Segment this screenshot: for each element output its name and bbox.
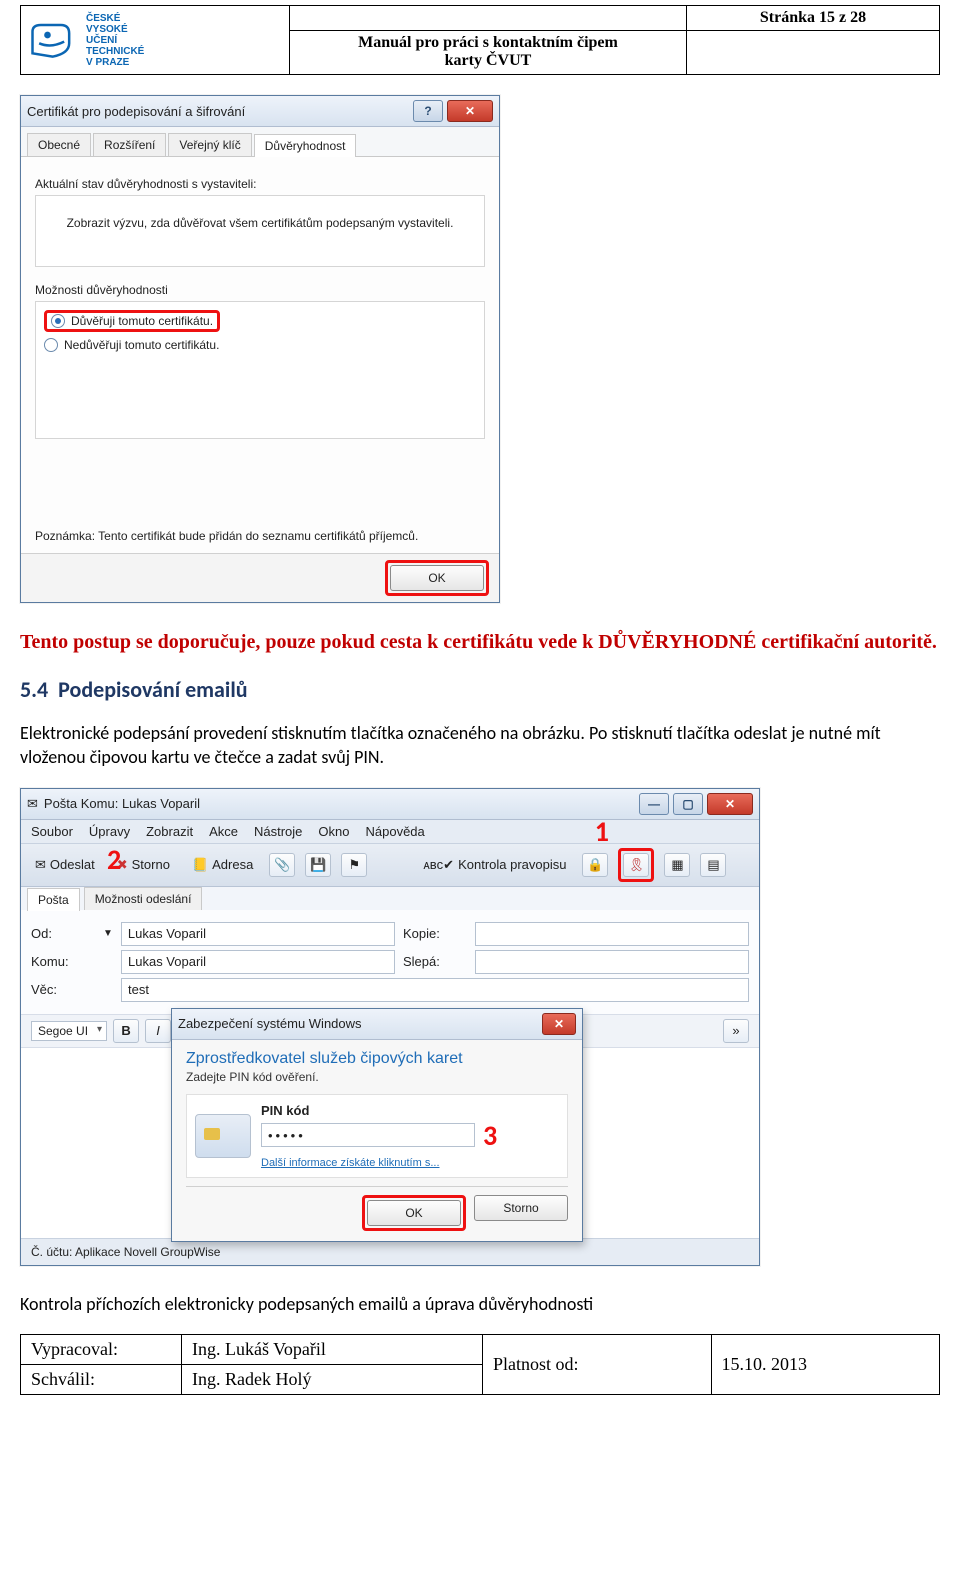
subtab-send-options[interactable]: Možnosti odeslání xyxy=(84,887,203,910)
tab-general[interactable]: Obecné xyxy=(27,133,91,156)
close-icon[interactable]: ✕ xyxy=(447,100,493,122)
annotation-2: 2 xyxy=(107,842,121,877)
highlight-sign-button: 🎗 xyxy=(618,848,654,882)
tab-trust[interactable]: Důvěryhodnost xyxy=(254,134,357,157)
close-icon[interactable]: ✕ xyxy=(707,793,753,815)
lock-icon[interactable]: 🔒 xyxy=(582,853,608,877)
cvut-lion-icon xyxy=(25,20,80,60)
menu-bar: Soubor Úpravy Zobrazit Akce Nástroje Okn… xyxy=(21,820,759,844)
pin-label: PIN kód xyxy=(261,1103,559,1118)
to-field[interactable]: Lukas Voparil xyxy=(121,950,395,974)
radio-trust-label: Důvěřuji tomuto certifikátu. xyxy=(71,314,213,328)
flag-icon[interactable]: ⚑ xyxy=(341,853,367,877)
footer-valid-value: 15.10. 2013 xyxy=(711,1334,939,1394)
send-icon: ✉ xyxy=(35,857,46,873)
footer-approver-value: Ing. Radek Holý xyxy=(182,1364,483,1394)
pin-heading: Zprostředkovatel služeb čipových karet xyxy=(186,1050,568,1068)
status-bar: Č. účtu: Aplikace Novell GroupWise xyxy=(21,1238,759,1265)
radio-notrust-label: Nedůvěřuji tomuto certifikátu. xyxy=(64,338,219,352)
footer-valid-label: Platnost od: xyxy=(483,1334,712,1394)
bcc-field[interactable] xyxy=(475,950,749,974)
toolbar-icon-b[interactable]: ▤ xyxy=(700,853,726,877)
menu-window[interactable]: Okno xyxy=(318,824,349,839)
menu-file[interactable]: Soubor xyxy=(31,824,73,839)
page-header: ČESKÉ VYSOKÉ UČENÍ TECHNICKÉ V PRAZE Str… xyxy=(20,5,940,75)
smartcard-icon xyxy=(195,1114,251,1158)
mail-icon: ✉ xyxy=(27,796,38,812)
trust-state-text: Zobrazit výzvu, zda důvěřovat všem certi… xyxy=(35,195,485,267)
pin-input[interactable]: ••••• xyxy=(261,1123,475,1147)
certificate-dialog: Certifikát pro podepisování a šifrování … xyxy=(20,95,500,603)
highlight-pin-ok: OK xyxy=(362,1195,466,1231)
bcc-label: Slepá: xyxy=(403,954,467,969)
cc-field[interactable] xyxy=(475,922,749,946)
sign-icon[interactable]: 🎗 xyxy=(623,853,649,877)
ok-button[interactable]: OK xyxy=(390,565,484,591)
italic-icon[interactable]: I xyxy=(145,1019,171,1043)
menu-help[interactable]: Nápověda xyxy=(365,824,424,839)
logo-text: ČESKÉ VYSOKÉ UČENÍ TECHNICKÉ V PRAZE xyxy=(86,13,144,68)
tab-extensions[interactable]: Rozšíření xyxy=(93,133,166,156)
help-icon[interactable]: ? xyxy=(413,100,443,122)
highlight-trust-radio: Důvěřuji tomuto certifikátu. xyxy=(44,310,220,332)
address-icon: 📒 xyxy=(192,857,208,873)
dialog-note: Poznámka: Tento certifikát bude přidán d… xyxy=(35,529,485,543)
pin-ok-button[interactable]: OK xyxy=(367,1200,461,1226)
menu-tools[interactable]: Nástroje xyxy=(254,824,302,839)
email-toolbar: ✉ Odeslat 2 ✖ Storno 📒 Adresa 📎 💾 ⚑ ᴀʙᴄ✔ xyxy=(21,844,759,887)
from-field[interactable]: Lukas Voparil xyxy=(121,922,395,946)
pin-more-info-link[interactable]: Další informace získáte kliknutím s... xyxy=(261,1157,440,1169)
document-footer: Vypracoval: Ing. Lukáš Vopařil Platnost … xyxy=(20,1334,940,1395)
menu-actions[interactable]: Akce xyxy=(209,824,238,839)
save-icon[interactable]: 💾 xyxy=(305,853,331,877)
minimize-icon[interactable]: — xyxy=(639,793,669,815)
cc-label: Kopie: xyxy=(403,926,467,941)
toolbar-icon-a[interactable]: ▦ xyxy=(664,853,690,877)
tab-public-key[interactable]: Veřejný klíč xyxy=(168,133,251,156)
menu-edit[interactable]: Úpravy xyxy=(89,824,130,839)
radio-notrust[interactable] xyxy=(44,338,58,352)
footer-author-value: Ing. Lukáš Vopařil xyxy=(182,1334,483,1364)
email-window-title: Pošta Komu: Lukas Voparil xyxy=(44,796,200,811)
page-number: Stránka 15 z 28 xyxy=(687,6,940,31)
email-body-editor[interactable]: Zabezpečení systému Windows ✕ Zprostředk… xyxy=(21,1047,759,1238)
more-icon[interactable]: » xyxy=(723,1019,749,1043)
annotation-3: 3 xyxy=(483,1118,497,1153)
bold-icon[interactable]: B xyxy=(113,1019,139,1043)
font-selector[interactable]: Segoe UI xyxy=(31,1021,107,1041)
radio-trust[interactable] xyxy=(51,314,65,328)
pin-cancel-button[interactable]: Storno xyxy=(474,1195,568,1221)
section-paragraph: Elektronické podepsání provedení stisknu… xyxy=(20,721,940,770)
attach-icon[interactable]: 📎 xyxy=(269,853,295,877)
address-button[interactable]: 📒 Adresa xyxy=(186,855,259,875)
dialog-title: Certifikát pro podepisování a šifrování xyxy=(27,104,245,119)
footer-approver-label: Schválil: xyxy=(21,1364,182,1394)
pin-dialog: Zabezpečení systému Windows ✕ Zprostředk… xyxy=(171,1008,583,1242)
pin-dialog-title: Zabezpečení systému Windows xyxy=(178,1016,362,1031)
maximize-icon[interactable]: ▢ xyxy=(673,793,703,815)
pin-subtext: Zadejte PIN kód ověření. xyxy=(186,1070,568,1084)
email-window: ✉ Pošta Komu: Lukas Voparil — ▢ ✕ Soubor… xyxy=(20,788,760,1266)
trust-options-label: Možnosti důvěryhodnosti xyxy=(35,283,485,297)
dialog-tabs: Obecné Rozšíření Veřejný klíč Důvěryhodn… xyxy=(21,127,499,157)
close-icon[interactable]: ✕ xyxy=(542,1013,576,1035)
highlight-ok-button: OK xyxy=(385,560,489,596)
spell-icon: ᴀʙᴄ✔ xyxy=(423,857,454,873)
subject-label: Věc: xyxy=(31,982,95,997)
subject-field[interactable]: test xyxy=(121,978,749,1002)
annotation-1: 1 xyxy=(595,814,609,849)
warning-text: Tento postup se doporučuje, pouze pokud … xyxy=(20,629,940,656)
spellcheck-button[interactable]: ᴀʙᴄ✔ Kontrola pravopisu xyxy=(417,855,572,875)
subtab-mail[interactable]: Pošta xyxy=(27,888,80,911)
menu-view[interactable]: Zobrazit xyxy=(146,824,193,839)
below-email-text: Kontrola příchozích elektronicky podepsa… xyxy=(20,1292,940,1316)
from-label: Od: xyxy=(31,926,95,941)
trust-state-label: Aktuální stav důvěryhodnosti s vystavite… xyxy=(35,177,485,191)
section-heading: 5.4 Podepisování emailů xyxy=(20,676,940,703)
send-button[interactable]: ✉ Odeslat xyxy=(29,855,101,875)
to-label: Komu: xyxy=(31,954,95,969)
footer-author-label: Vypracoval: xyxy=(21,1334,182,1364)
doc-title: Manuál pro práci s kontaktním čipem kart… xyxy=(290,30,687,74)
